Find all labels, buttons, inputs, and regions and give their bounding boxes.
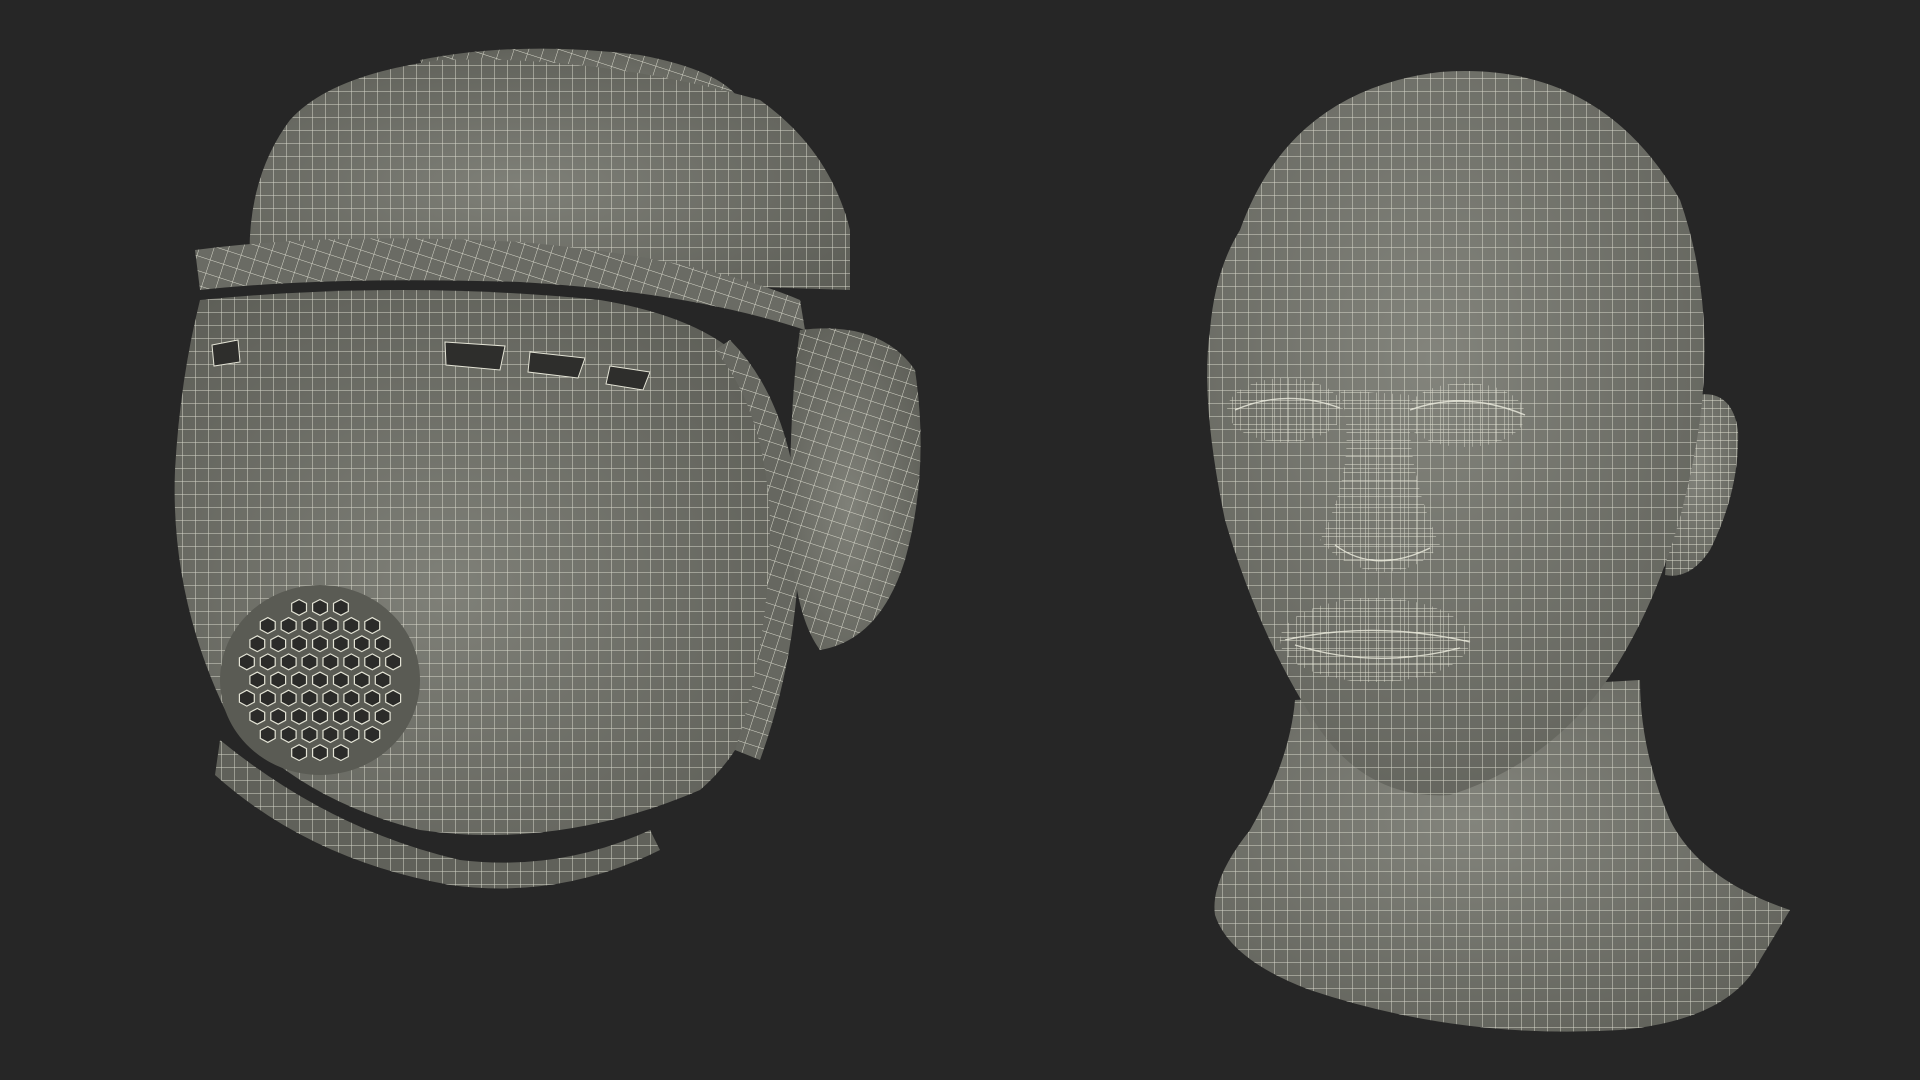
vent-hole [353, 707, 370, 725]
wireframe-scene [174, 48, 1790, 1032]
vent-hole [374, 635, 391, 653]
vent-hole [259, 616, 276, 635]
vent-hole [312, 671, 328, 689]
vent-hole [270, 707, 287, 725]
vent-hole [238, 689, 255, 707]
vent-hole [312, 707, 328, 725]
vent-hole [343, 689, 360, 707]
vent-hole [364, 616, 381, 635]
render-viewport [0, 0, 1920, 1080]
vent-hole [301, 653, 318, 671]
vent-hole [332, 671, 349, 689]
vent-hole [353, 635, 370, 653]
vent-hole [322, 616, 339, 635]
vent-hole [364, 725, 381, 744]
vent-hole [270, 671, 287, 689]
vent-hole [343, 616, 360, 635]
vent-hole [374, 707, 391, 725]
vent-hole [312, 744, 328, 762]
vent-hole [385, 653, 402, 671]
vent-hole [332, 744, 349, 762]
vent-hole [322, 653, 339, 671]
vent-hole [332, 635, 349, 653]
vent-hole [374, 671, 391, 689]
vent-hole [291, 635, 308, 653]
vent-hole [259, 653, 276, 671]
vent-hole [280, 725, 297, 744]
vent-hole [238, 653, 255, 671]
vent-hole [301, 725, 318, 744]
vent-hole [312, 598, 328, 616]
vent-hole [353, 671, 370, 689]
vent-hole [249, 671, 266, 689]
vent-hole [322, 689, 339, 707]
vent-hole [259, 725, 276, 744]
vent-hole [259, 689, 276, 707]
vent-hole [249, 707, 266, 725]
vent-hole [301, 616, 318, 635]
vent-hole [322, 725, 339, 744]
vent-hole [291, 671, 308, 689]
vent-hole [385, 689, 402, 707]
wireframe-head [1207, 71, 1790, 1032]
vent-hole [291, 744, 308, 762]
vent-hole [291, 707, 308, 725]
vent-hole [249, 635, 266, 653]
vent-hole [364, 689, 381, 707]
vent-hole [343, 653, 360, 671]
vent-hole [301, 689, 318, 707]
vent-hole [332, 707, 349, 725]
vent-hole [280, 689, 297, 707]
vent-hole [280, 616, 297, 635]
vent-hole [364, 653, 381, 671]
vent-hole [343, 725, 360, 744]
wireframe-helmet [174, 48, 921, 889]
vent-hole [270, 635, 287, 653]
vent-hole [280, 653, 297, 671]
vent-hole [312, 635, 328, 653]
vent-hole [332, 598, 349, 616]
vent-hole [291, 598, 308, 616]
